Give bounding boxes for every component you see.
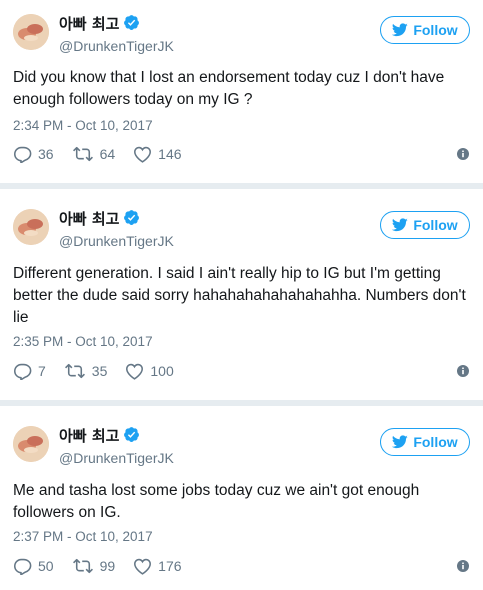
retweet-button[interactable]: 99 — [72, 558, 116, 574]
like-heart-icon — [134, 558, 152, 575]
reply-count: 50 — [38, 558, 54, 574]
reply-count: 7 — [38, 363, 46, 379]
display-name-text[interactable]: 아빠 최고 — [59, 15, 119, 33]
avatar[interactable] — [13, 14, 49, 50]
info-icon[interactable] — [457, 365, 469, 377]
retweet-count: 35 — [91, 363, 108, 379]
tweet-text: Did you know that I lost an endorsement … — [13, 69, 445, 108]
user-handle[interactable]: @DrunkenTigerJK — [59, 450, 174, 467]
follow-button-label: Follow — [413, 217, 458, 233]
retweet-button[interactable]: 64 — [72, 146, 116, 162]
verified-badge-icon — [124, 15, 140, 30]
tweet-card: 아빠 최고 @DrunkenTigerJK Follow Me and tash… — [0, 406, 483, 590]
tweet-timestamp[interactable]: 2:35 PM - Oct 10, 2017 — [13, 334, 153, 350]
reply-icon — [13, 558, 32, 575]
like-heart-icon — [126, 363, 144, 380]
user-handle[interactable]: @DrunkenTigerJK — [59, 38, 174, 55]
display-name[interactable]: 아빠 최고 — [59, 426, 140, 445]
retweet-count: 64 — [99, 146, 116, 162]
display-name[interactable]: 아빠 최고 — [59, 209, 140, 228]
twitter-bird-icon — [392, 435, 409, 449]
follow-button-label: Follow — [413, 434, 458, 450]
display-name-text[interactable]: 아빠 최고 — [59, 427, 119, 445]
tweet-actions: 7 35 100 — [13, 361, 192, 381]
retweet-button[interactable]: 35 — [64, 363, 108, 379]
display-name[interactable]: 아빠 최고 — [59, 14, 140, 33]
tweet-actions: 50 99 176 — [13, 556, 200, 576]
reply-icon — [13, 146, 32, 163]
reply-icon — [13, 363, 32, 380]
tweet-feed: 아빠 최고 @DrunkenTigerJK Follow Did you kno… — [0, 0, 483, 590]
user-handle[interactable]: @DrunkenTigerJK — [59, 233, 174, 250]
avatar[interactable] — [13, 426, 49, 462]
twitter-bird-icon — [392, 218, 409, 232]
twitter-bird-icon — [392, 23, 409, 37]
like-button[interactable]: 146 — [133, 146, 182, 163]
like-button[interactable]: 100 — [125, 363, 174, 380]
tweet-text: Different generation. I said I ain't rea… — [13, 265, 466, 326]
info-icon[interactable] — [457, 560, 469, 572]
tweet-timestamp[interactable]: 2:34 PM - Oct 10, 2017 — [13, 118, 153, 134]
verified-badge-icon — [124, 210, 140, 225]
display-name-text[interactable]: 아빠 최고 — [59, 210, 119, 228]
tweet-card: 아빠 최고 @DrunkenTigerJK Follow Different g… — [0, 189, 483, 400]
retweet-icon — [64, 363, 85, 379]
follow-button-label: Follow — [413, 22, 458, 38]
like-count: 146 — [158, 146, 182, 162]
follow-button[interactable]: Follow — [380, 211, 470, 239]
like-count: 176 — [158, 558, 182, 574]
retweet-icon — [72, 558, 93, 574]
tweet-actions: 36 64 146 — [13, 144, 200, 164]
info-icon[interactable] — [457, 148, 469, 160]
like-button[interactable]: 176 — [133, 558, 182, 575]
tweet-card: 아빠 최고 @DrunkenTigerJK Follow Did you kno… — [0, 0, 483, 183]
follow-button[interactable]: Follow — [380, 428, 470, 456]
retweet-icon — [72, 146, 93, 162]
avatar[interactable] — [13, 209, 49, 245]
verified-badge-icon — [124, 427, 140, 442]
tweet-text: Me and tasha lost some jobs today cuz we… — [13, 482, 420, 521]
reply-button[interactable]: 36 — [13, 146, 54, 163]
reply-button[interactable]: 7 — [13, 363, 46, 380]
reply-button[interactable]: 50 — [13, 558, 54, 575]
like-count: 100 — [150, 363, 174, 379]
tweet-timestamp[interactable]: 2:37 PM - Oct 10, 2017 — [13, 529, 153, 545]
like-heart-icon — [134, 146, 152, 163]
follow-button[interactable]: Follow — [380, 16, 470, 44]
reply-count: 36 — [38, 146, 54, 162]
retweet-count: 99 — [99, 558, 116, 574]
